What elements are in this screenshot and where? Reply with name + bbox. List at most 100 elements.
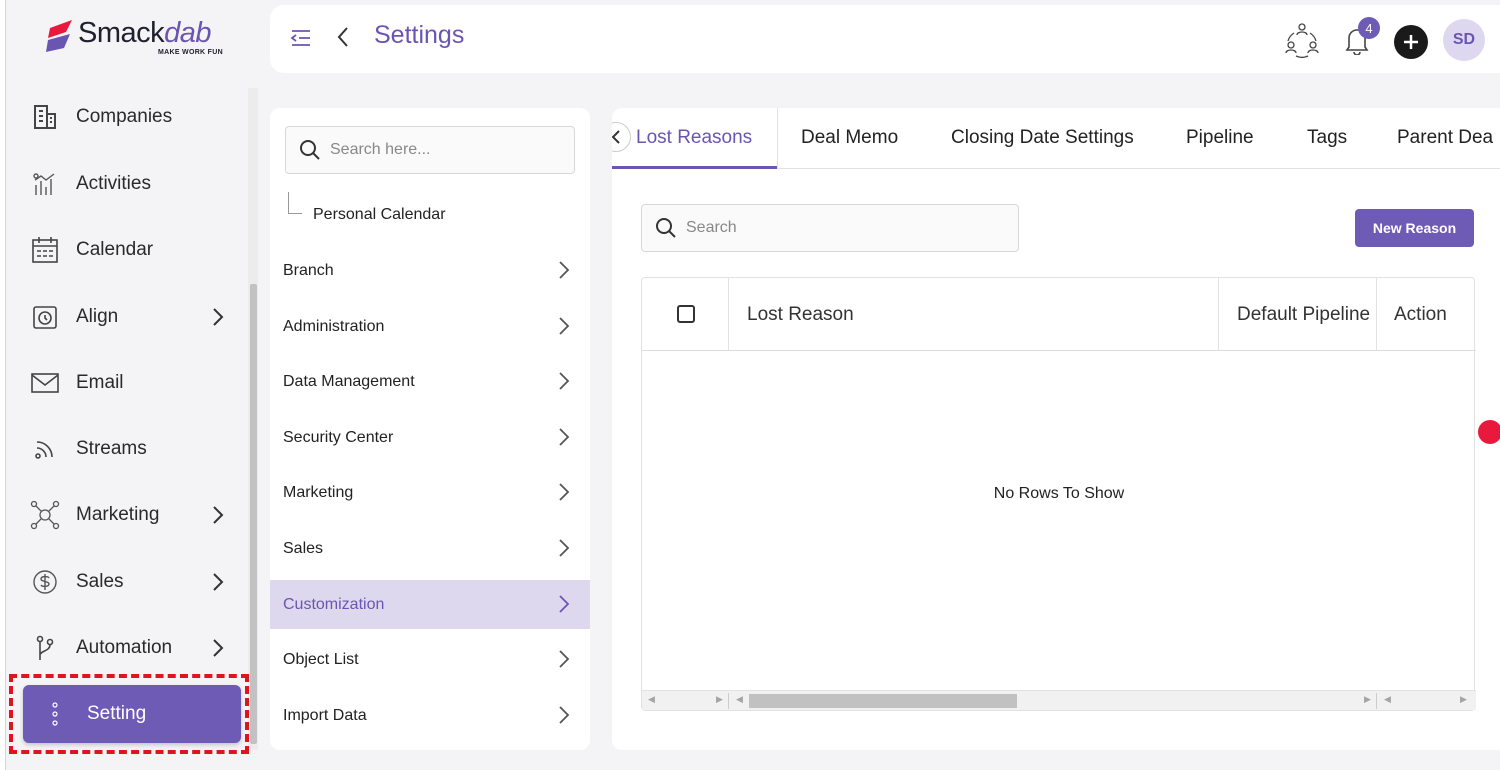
scroll-divider bbox=[728, 693, 729, 709]
sidebar-item-label: Automation bbox=[76, 637, 173, 658]
sidebar-item-align[interactable]: Align bbox=[30, 297, 226, 337]
reason-search-input[interactable]: Search bbox=[641, 204, 1019, 252]
chevron-right-icon bbox=[559, 372, 570, 390]
scroll-right-arrow-icon[interactable]: ▶ bbox=[1364, 694, 1371, 705]
grid-scrollbar-thumb[interactable] bbox=[749, 694, 1017, 708]
sidebar-scrollbar[interactable] bbox=[248, 88, 258, 750]
mail-icon bbox=[30, 370, 60, 396]
new-reason-button[interactable]: New Reason bbox=[1355, 209, 1474, 247]
sidebar-item-streams[interactable]: Streams bbox=[30, 429, 226, 469]
clock-board-icon bbox=[30, 304, 60, 330]
back-chevron-icon[interactable] bbox=[336, 25, 350, 49]
chevron-right-icon bbox=[559, 483, 570, 501]
collapse-menu-icon[interactable] bbox=[290, 27, 312, 49]
chevron-right-icon bbox=[213, 639, 224, 657]
settings-item-label: Customization bbox=[283, 595, 385, 613]
settings-item-branch[interactable]: Branch bbox=[270, 246, 590, 295]
settings-item-customization[interactable]: Customization bbox=[270, 580, 590, 629]
column-header-default-pipeline[interactable]: Default Pipeline bbox=[1237, 278, 1370, 351]
sidebar-item-automation[interactable]: Automation bbox=[30, 628, 226, 668]
tabs-scroll-left-button[interactable] bbox=[612, 122, 631, 152]
setting-highlight: Setting bbox=[9, 674, 249, 754]
settings-item-label: Object List bbox=[283, 650, 359, 668]
sidebar-item-label: Companies bbox=[76, 106, 173, 127]
scroll-left-arrow-icon[interactable]: ◀ bbox=[648, 694, 655, 705]
reason-search-placeholder: Search bbox=[686, 219, 737, 236]
floating-indicator[interactable] bbox=[1478, 420, 1500, 444]
plus-icon bbox=[1404, 35, 1418, 49]
select-all-checkbox[interactable] bbox=[677, 305, 695, 323]
sidebar-item-label: Align bbox=[76, 306, 119, 327]
tab-pipeline[interactable]: Pipeline bbox=[1186, 108, 1254, 168]
chevron-right-icon bbox=[559, 317, 570, 335]
sidebar-item-companies[interactable]: Companies bbox=[30, 97, 226, 137]
sidebar-item-label: Marketing bbox=[76, 504, 160, 525]
grid-horizontal-scrollbar[interactable]: ◀ ▶ ◀ ▶ ◀ ▶ bbox=[642, 690, 1476, 710]
branch-icon bbox=[30, 635, 60, 661]
dollar-icon bbox=[30, 569, 60, 595]
settings-menu-panel: Search here... Personal Calendar Branch … bbox=[270, 108, 590, 750]
settings-item-marketing[interactable]: Marketing bbox=[270, 468, 590, 517]
chevron-right-icon bbox=[559, 595, 570, 613]
column-header-action[interactable]: Action bbox=[1394, 278, 1447, 351]
sidebar: Smackdab MAKE WORK FUN Companies Activit… bbox=[6, 0, 262, 770]
tab-closing-date-settings[interactable]: Closing Date Settings bbox=[951, 108, 1134, 168]
chevron-right-icon bbox=[559, 428, 570, 446]
settings-tabs: Lost Reasons Deal Memo Closing Date Sett… bbox=[612, 108, 1500, 169]
tab-divider bbox=[777, 108, 778, 168]
sidebar-item-label: Calendar bbox=[76, 239, 154, 260]
settings-item-sales[interactable]: Sales bbox=[270, 524, 590, 573]
settings-item-security-center[interactable]: Security Center bbox=[270, 413, 590, 462]
scroll-right-arrow-icon[interactable]: ▶ bbox=[1460, 694, 1467, 705]
network-icon bbox=[30, 500, 60, 530]
sidebar-item-activities[interactable]: Activities bbox=[30, 164, 226, 204]
activity-chart-icon bbox=[30, 171, 60, 197]
settings-item-import-data[interactable]: Import Data bbox=[270, 691, 590, 740]
notification-badge: 4 bbox=[1358, 17, 1380, 39]
grid-header: Lost Reason Default Pipeline Action bbox=[642, 278, 1476, 351]
active-tab-indicator bbox=[612, 166, 777, 169]
settings-item-label: Branch bbox=[283, 261, 334, 279]
settings-item-data-management[interactable]: Data Management bbox=[270, 357, 590, 406]
scroll-divider bbox=[1376, 693, 1377, 709]
brand-name: Smackdab bbox=[78, 17, 212, 49]
settings-item-label: Security Center bbox=[283, 428, 394, 446]
tab-deal-memo[interactable]: Deal Memo bbox=[801, 108, 898, 168]
chevron-right-icon bbox=[559, 539, 570, 557]
settings-item-administration[interactable]: Administration bbox=[270, 302, 590, 351]
chevron-right-icon bbox=[213, 573, 224, 591]
building-icon bbox=[30, 104, 60, 130]
sidebar-scrollbar-thumb[interactable] bbox=[250, 284, 257, 744]
tab-tags[interactable]: Tags bbox=[1307, 108, 1347, 168]
sidebar-item-label: Activities bbox=[76, 173, 151, 194]
content-panel: Lost Reasons Deal Memo Closing Date Sett… bbox=[612, 108, 1500, 750]
scroll-left-arrow-icon[interactable]: ◀ bbox=[1384, 694, 1391, 705]
scroll-right-arrow-icon[interactable]: ▶ bbox=[716, 694, 723, 705]
tab-lost-reasons[interactable]: Lost Reasons bbox=[636, 108, 752, 168]
team-icon[interactable] bbox=[1282, 19, 1322, 59]
scroll-left-arrow-icon[interactable]: ◀ bbox=[736, 694, 743, 705]
settings-sub-item[interactable]: Personal Calendar bbox=[313, 206, 446, 224]
sidebar-item-email[interactable]: Email bbox=[30, 363, 226, 403]
add-button[interactable] bbox=[1394, 25, 1428, 59]
settings-search-input[interactable]: Search here... bbox=[285, 126, 575, 174]
rss-icon bbox=[30, 436, 60, 462]
sidebar-item-setting[interactable]: Setting bbox=[23, 685, 241, 743]
chevron-left-icon bbox=[612, 130, 620, 144]
brand-logo[interactable]: Smackdab MAKE WORK FUN bbox=[44, 16, 244, 60]
settings-item-object-list[interactable]: Object List bbox=[270, 635, 590, 684]
column-header-lost-reason[interactable]: Lost Reason bbox=[747, 278, 854, 351]
settings-item-label: Administration bbox=[283, 317, 385, 335]
top-header: Settings 4 SD bbox=[270, 5, 1500, 73]
settings-item-label: Marketing bbox=[283, 483, 354, 501]
sidebar-item-label: Setting bbox=[87, 703, 147, 724]
sidebar-item-label: Streams bbox=[76, 438, 147, 459]
sidebar-item-marketing[interactable]: Marketing bbox=[30, 495, 226, 535]
tab-parent-deal[interactable]: Parent Dea bbox=[1397, 108, 1493, 168]
avatar[interactable]: SD bbox=[1443, 19, 1485, 61]
sidebar-item-calendar[interactable]: Calendar bbox=[30, 230, 226, 270]
sidebar-item-sales[interactable]: Sales bbox=[30, 562, 226, 602]
page-title: Settings bbox=[374, 21, 465, 49]
column-divider bbox=[1376, 278, 1377, 351]
settings-item-label: Import Data bbox=[283, 706, 367, 724]
